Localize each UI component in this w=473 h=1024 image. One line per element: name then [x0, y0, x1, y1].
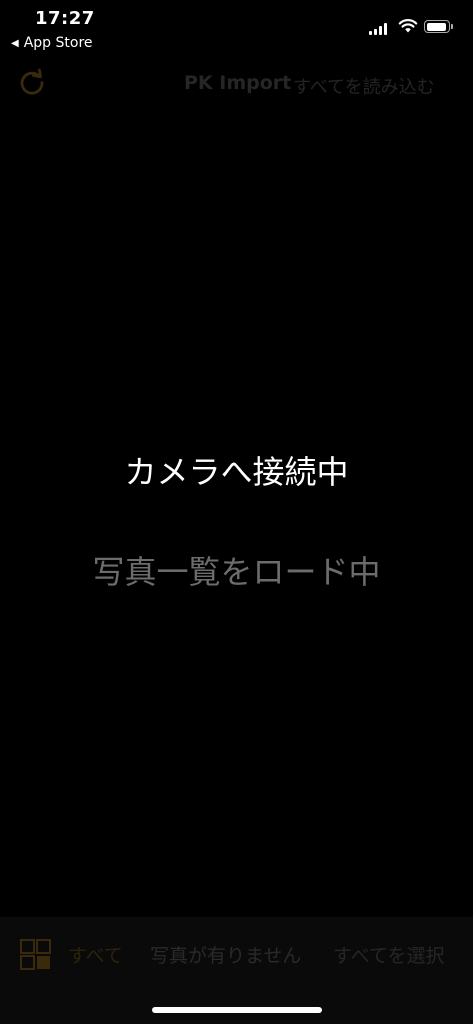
- import-all-button[interactable]: すべてを読み込む: [293, 73, 435, 99]
- nav-bar: PK Import すべてを読み込む: [0, 58, 473, 110]
- battery-level: [426, 22, 446, 31]
- grid-icon[interactable]: [20, 939, 51, 970]
- nav-title: PK Import: [184, 72, 292, 94]
- status-bar: 17:27 ◀ App Store: [0, 0, 473, 56]
- select-all-button[interactable]: すべてを選択: [333, 941, 445, 968]
- refresh-icon[interactable]: [17, 67, 47, 97]
- back-to-app-store[interactable]: ◀ App Store: [11, 35, 93, 51]
- cellular-signal-icon: [369, 23, 387, 35]
- connection-status: カメラへ接続中: [124, 453, 349, 491]
- battery-icon: [424, 20, 453, 33]
- status-time: 17:27: [35, 8, 95, 29]
- back-app-label: App Store: [23, 35, 93, 51]
- no-photos-label: 写真が有りません: [150, 945, 302, 967]
- back-arrow-icon: ◀: [11, 37, 19, 49]
- home-indicator[interactable]: [152, 1007, 322, 1013]
- loading-status: 写真一覧をロード中: [92, 553, 381, 591]
- filter-all-button[interactable]: すべて: [68, 941, 123, 968]
- wifi-icon: [398, 19, 418, 33]
